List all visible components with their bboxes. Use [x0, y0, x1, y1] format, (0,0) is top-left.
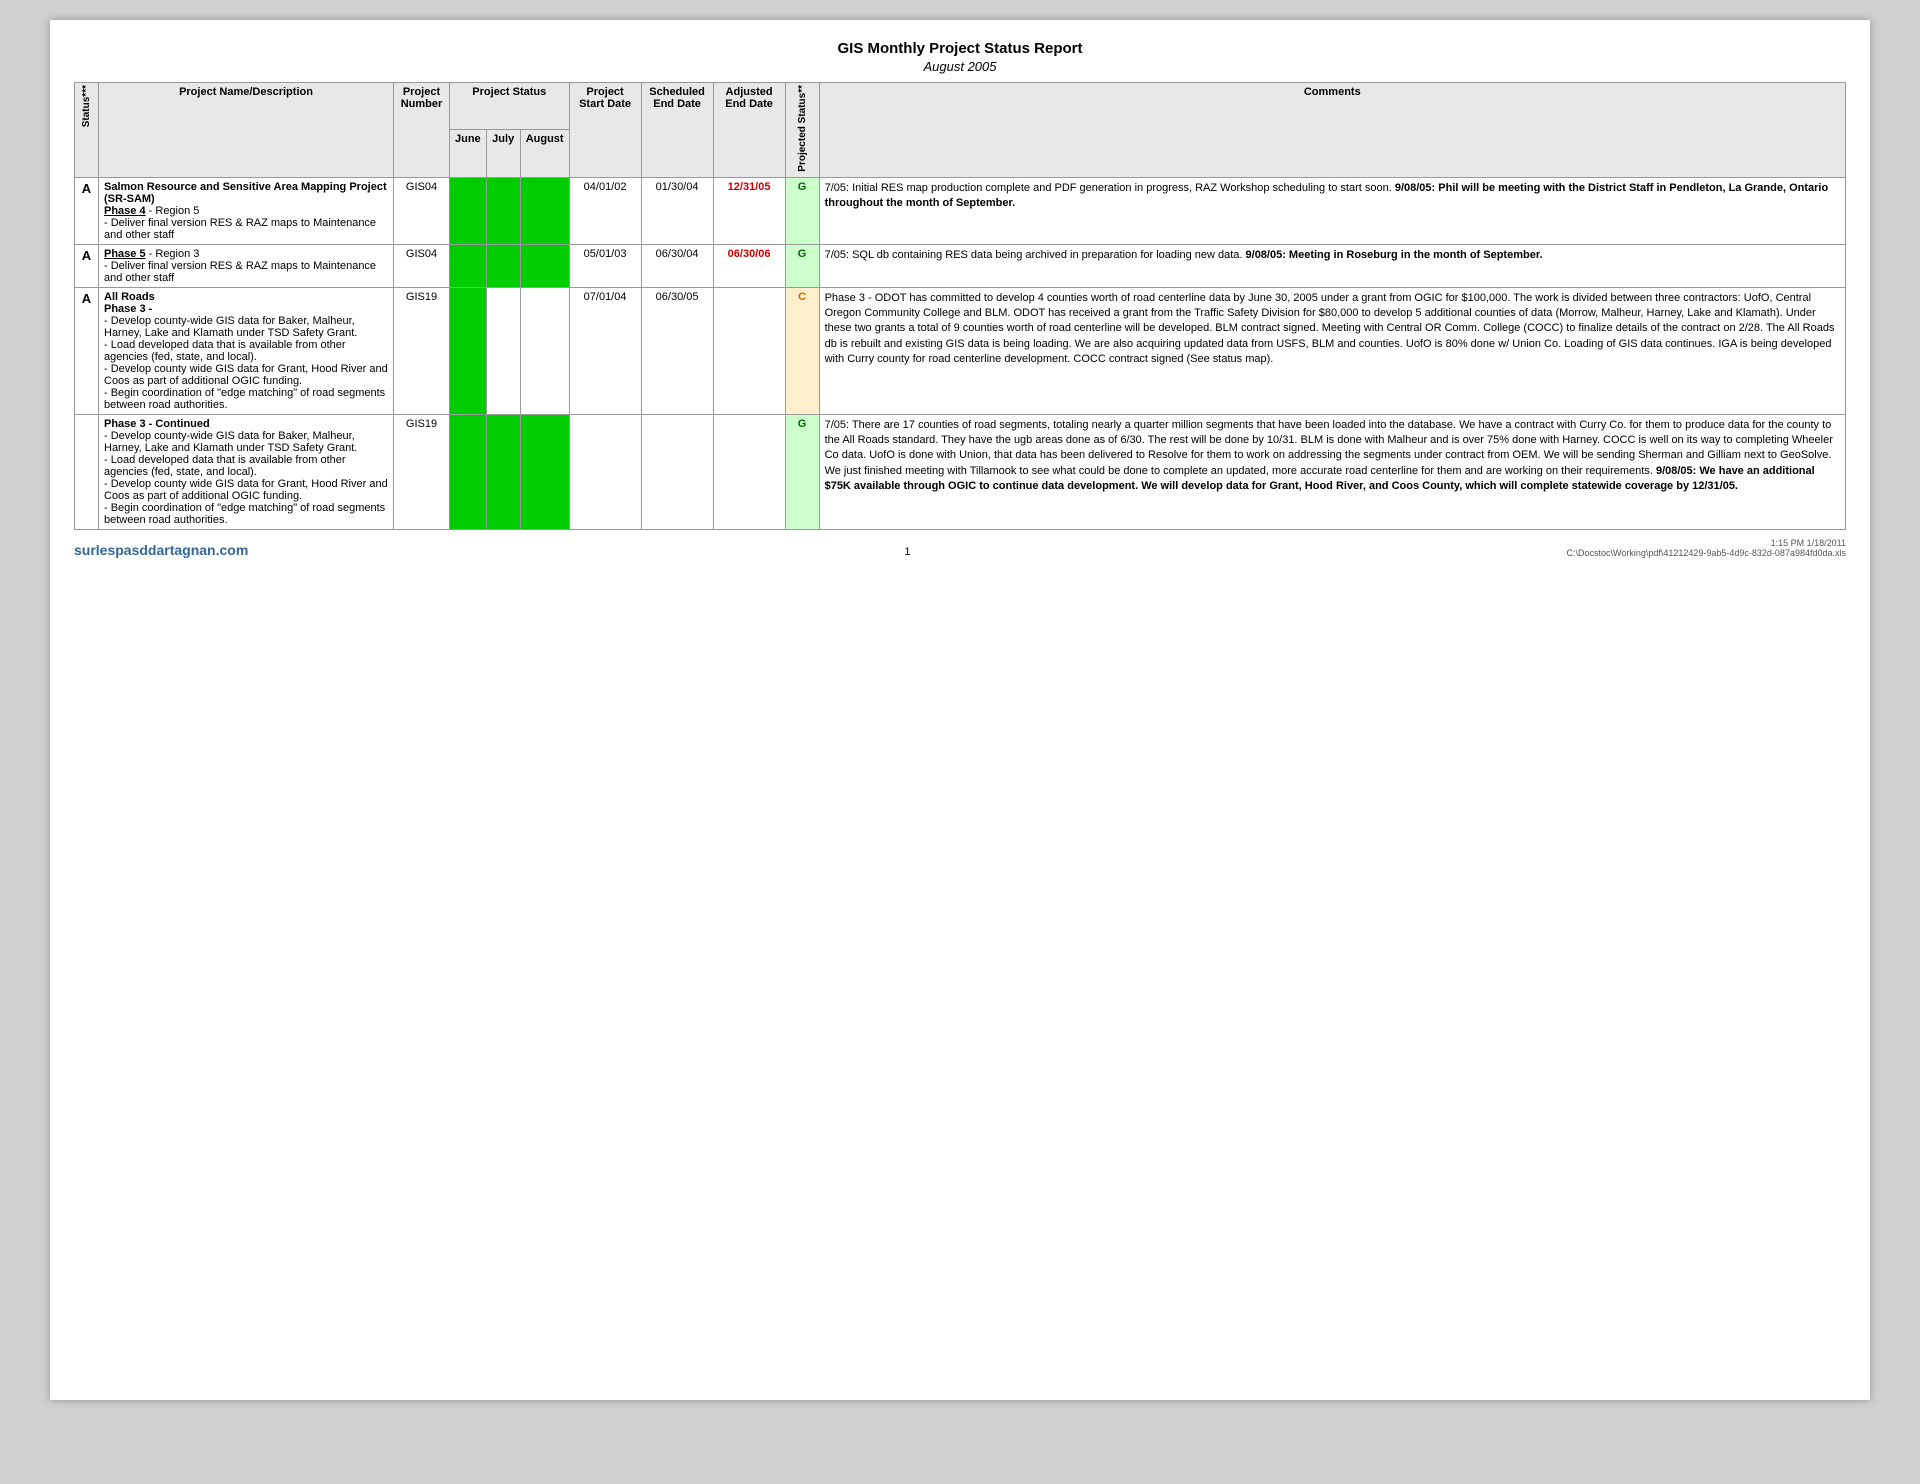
sched-end-cell: 01/30/04 — [641, 177, 713, 244]
proj-status-cell: G — [785, 244, 819, 287]
project-status-header: Project Status — [450, 83, 570, 130]
proj-status-cell: G — [785, 177, 819, 244]
comments-cell: Phase 3 - ODOT has committed to develop … — [819, 287, 1845, 414]
watermark: surlespasddartagnan.com — [74, 542, 248, 558]
project-name-cell: Salmon Resource and Sensitive Area Mappi… — [99, 177, 394, 244]
table-row: AAll RoadsPhase 3 - - Develop county-wid… — [75, 287, 1846, 414]
start-date-header: Project Start Date — [569, 83, 641, 178]
report-subtitle: August 2005 — [74, 59, 1846, 74]
june-status-cell — [450, 414, 487, 529]
footnote-area: surlespasddartagnan.com 1 1:15 PM 1/18/2… — [74, 538, 1846, 558]
footer-datetime: 1:15 PM 1/18/2011 — [1566, 538, 1846, 548]
proj-status-cell: C — [785, 287, 819, 414]
comments-cell: 7/05: Initial RES map production complet… — [819, 177, 1845, 244]
page-number: 1 — [904, 546, 910, 558]
comments-header: Comments — [819, 83, 1845, 178]
start-date-cell — [569, 414, 641, 529]
july-status-cell — [486, 287, 520, 414]
june-status-cell — [450, 244, 487, 287]
project-number-cell: GIS19 — [394, 287, 450, 414]
adj-end-cell: 06/30/06 — [713, 244, 785, 287]
adj-end-cell: 12/31/05 — [713, 177, 785, 244]
sched-end-header: Scheduled End Date — [641, 83, 713, 178]
table-row: ASalmon Resource and Sensitive Area Mapp… — [75, 177, 1846, 244]
adj-end-cell — [713, 414, 785, 529]
project-number-cell: GIS19 — [394, 414, 450, 529]
main-table: Status*** Project Name/Description Proje… — [74, 82, 1846, 530]
page: GIS Monthly Project Status Report August… — [50, 20, 1870, 1400]
row-status: A — [75, 287, 99, 414]
sched-end-cell: 06/30/05 — [641, 287, 713, 414]
sched-end-cell: 06/30/04 — [641, 244, 713, 287]
august-status-cell — [520, 244, 569, 287]
table-row: Phase 3 - Continued - Develop county-wid… — [75, 414, 1846, 529]
june-status-cell — [450, 177, 487, 244]
report-title: GIS Monthly Project Status Report — [74, 40, 1846, 57]
proj-status-header: Projected Status** — [797, 85, 808, 172]
adj-end-cell — [713, 287, 785, 414]
start-date-cell: 05/01/03 — [569, 244, 641, 287]
status-header: Status*** — [81, 85, 92, 127]
july-header: July — [486, 130, 520, 177]
august-status-cell — [520, 287, 569, 414]
start-date-cell: 04/01/02 — [569, 177, 641, 244]
june-status-cell — [450, 287, 487, 414]
footer-filepath: C:\Docstoc\Working\pdf\41212429-9ab5-4d9… — [1566, 548, 1846, 558]
august-status-cell — [520, 177, 569, 244]
row-status — [75, 414, 99, 529]
project-name-cell: All RoadsPhase 3 - - Develop county-wide… — [99, 287, 394, 414]
project-name-cell: Phase 5 - Region 3 - Deliver final versi… — [99, 244, 394, 287]
start-date-cell: 07/01/04 — [569, 287, 641, 414]
july-status-cell — [486, 414, 520, 529]
june-header: June — [450, 130, 487, 177]
sched-end-cell — [641, 414, 713, 529]
row-status: A — [75, 177, 99, 244]
july-status-cell — [486, 177, 520, 244]
project-name-header: Project Name/Description — [99, 83, 394, 178]
august-status-cell — [520, 414, 569, 529]
row-status: A — [75, 244, 99, 287]
july-status-cell — [486, 244, 520, 287]
comments-cell: 7/05: There are 17 counties of road segm… — [819, 414, 1845, 529]
adj-end-header: Adjusted End Date — [713, 83, 785, 178]
header-row-1: Status*** Project Name/Description Proje… — [75, 83, 1846, 130]
proj-status-cell: G — [785, 414, 819, 529]
project-number-cell: GIS04 — [394, 244, 450, 287]
august-header: August — [520, 130, 569, 177]
table-row: APhase 5 - Region 3 - Deliver final vers… — [75, 244, 1846, 287]
project-name-cell: Phase 3 - Continued - Develop county-wid… — [99, 414, 394, 529]
project-number-header: Project Number — [394, 83, 450, 178]
comments-cell: 7/05: SQL db containing RES data being a… — [819, 244, 1845, 287]
project-number-cell: GIS04 — [394, 177, 450, 244]
